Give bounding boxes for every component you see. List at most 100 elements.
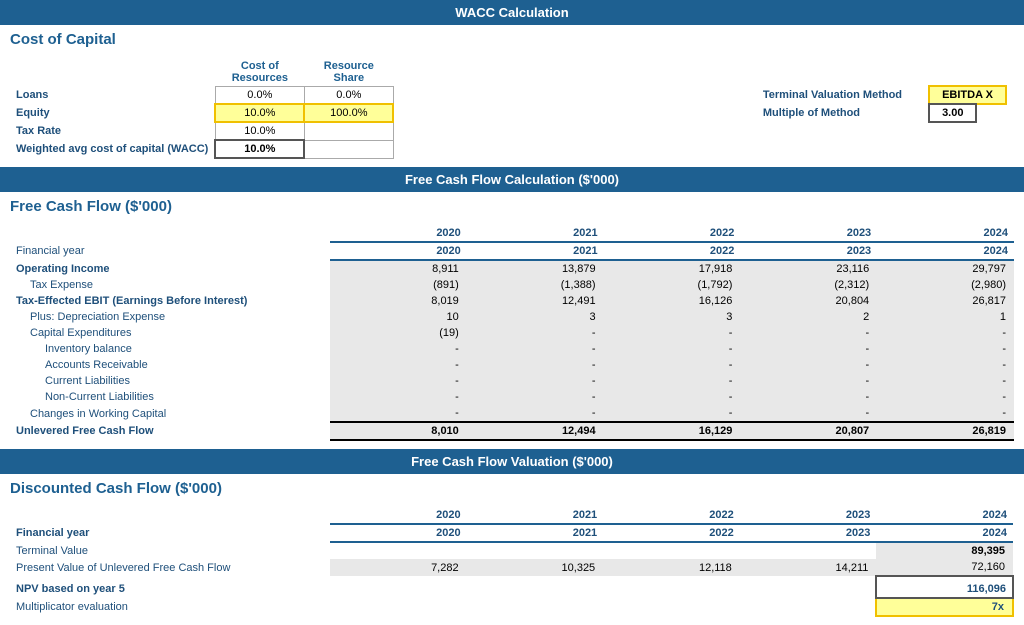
dcf-year-header: 2024: [876, 507, 1013, 524]
fcf-data-cell: 12,491: [467, 293, 604, 309]
fcf-table-row: Financial year20202021202220232024: [10, 242, 1014, 260]
mult-empty-cell: [467, 598, 604, 616]
terminal-method-label: Terminal Valuation Method: [757, 87, 908, 105]
fcf-row-label: Changes in Working Capital: [10, 405, 330, 422]
mult-label: Multiplicator evaluation: [10, 598, 330, 616]
mult-empty-cell: [740, 598, 877, 616]
fcf-row-label: Inventory balance: [10, 341, 330, 357]
fcf-data-cell: -: [877, 341, 1014, 357]
fcf-row-label: Financial year: [10, 242, 330, 260]
fcf-calc-header: Free Cash Flow Calculation ($'000): [0, 167, 1024, 192]
fcf-data-cell: 12,494: [467, 422, 604, 440]
fcf-data-cell: -: [467, 325, 604, 341]
npv-empty-cell: [603, 576, 740, 598]
fcf-data-cell: 20,804: [740, 293, 877, 309]
fcf-year-cell: 2020: [330, 242, 467, 260]
fcf-data-cell: -: [604, 405, 741, 422]
fcf-year-cell: 2022: [604, 242, 741, 260]
wacc-share-cell: 100.0%: [304, 104, 393, 122]
dcf-data-cell: [740, 542, 877, 559]
fcf-data-cell: -: [740, 325, 877, 341]
dcf-table-row: Financial year20202021202220232024: [10, 524, 1013, 542]
fcf-data-cell: -: [604, 373, 741, 389]
fcf-data-cell: -: [330, 373, 467, 389]
wacc-share-cell: [304, 140, 393, 158]
dcf-data-cell: 14,211: [740, 559, 877, 576]
fcf-table-row: Capital Expenditures(19)----: [10, 325, 1014, 341]
multiple-label: Multiple of Method: [757, 104, 908, 122]
fcf-data-cell: -: [877, 405, 1014, 422]
dcf-data-cell: [603, 542, 740, 559]
fcf-row-label: Unlevered Free Cash Flow: [10, 422, 330, 440]
npv-value-cell: 116,096: [876, 576, 1013, 598]
wacc-cost-cell: 10.0%: [215, 104, 304, 122]
fcf-data-cell: 8,010: [330, 422, 467, 440]
dcf-year-cell: 2022: [603, 524, 740, 542]
fcf-table-row: Current Liabilities-----: [10, 373, 1014, 389]
fcf-data-cell: 16,129: [604, 422, 741, 440]
fcf-year-header: 2023: [740, 225, 877, 242]
fcf-data-cell: -: [877, 357, 1014, 373]
fcf-table-row: Changes in Working Capital-----: [10, 405, 1014, 422]
npv-row: NPV based on year 5 116,096: [10, 576, 1013, 598]
fcf-data-cell: -: [330, 341, 467, 357]
dcf-row-label: Financial year: [10, 524, 330, 542]
fcf-data-cell: 2: [740, 309, 877, 325]
dcf-section: 20202021202220232024 Financial year20202…: [0, 499, 1024, 625]
fcf-data-cell: -: [604, 341, 741, 357]
fcf-data-cell: (2,312): [740, 277, 877, 293]
npv-label: NPV based on year 5: [10, 576, 330, 598]
fcf-table-row: Tax Expense(891)(1,388)(1,792)(2,312)(2,…: [10, 277, 1014, 293]
dcf-data-cell: [467, 542, 604, 559]
fcf-row-label: Current Liabilities: [10, 373, 330, 389]
fcf-data-cell: -: [330, 389, 467, 405]
fcf-data-cell: 26,817: [877, 293, 1014, 309]
fcf-table-row: Operating Income8,91113,87917,91823,1162…: [10, 260, 1014, 277]
npv-empty-cell: [740, 576, 877, 598]
fcf-year-header: 2021: [467, 225, 604, 242]
fcf-data-cell: 1: [877, 309, 1014, 325]
dcf-table: 20202021202220232024 Financial year20202…: [10, 507, 1014, 617]
wacc-cost-cell: 10.0%: [215, 122, 304, 140]
mult-row: Multiplicator evaluation7x: [10, 598, 1013, 616]
fcf-year-cell: 2021: [467, 242, 604, 260]
fcf-data-cell: -: [877, 325, 1014, 341]
fcf-data-cell: (2,980): [877, 277, 1014, 293]
fcf-table-row: Inventory balance-----: [10, 341, 1014, 357]
fcf-data-cell: 26,819: [877, 422, 1014, 440]
fcf-section: 20202021202220232024 Financial year20202…: [0, 217, 1024, 449]
dcf-table-row: Present Value of Unlevered Free Cash Flo…: [10, 559, 1013, 576]
dcf-year-header: 2020: [330, 507, 467, 524]
wacc-share-cell: [304, 122, 393, 140]
wacc-table: Cost ofResources ResourceShare Loans 0.0…: [10, 58, 1014, 159]
fcf-table-row: Accounts Receivable-----: [10, 357, 1014, 373]
fcf-data-cell: -: [604, 325, 741, 341]
wacc-share-cell: 0.0%: [304, 87, 393, 105]
wacc-cost-cell: 0.0%: [215, 87, 304, 105]
fcf-data-cell: -: [604, 357, 741, 373]
fcf-data-cell: -: [467, 341, 604, 357]
fcf-data-cell: -: [740, 373, 877, 389]
fcf-table-row: Tax-Effected EBIT (Earnings Before Inter…: [10, 293, 1014, 309]
fcf-data-cell: 23,116: [740, 260, 877, 277]
fcf-data-cell: 10: [330, 309, 467, 325]
npv-empty-cell: [467, 576, 604, 598]
wacc-section: Cost ofResources ResourceShare Loans 0.0…: [0, 50, 1024, 167]
fcf-data-cell: (1,388): [467, 277, 604, 293]
col-resource-share: ResourceShare: [304, 58, 393, 87]
fcf-data-cell: 8,911: [330, 260, 467, 277]
dcf-year-header: 2023: [740, 507, 877, 524]
fcf-year-cell: 2023: [740, 242, 877, 260]
fcf-data-cell: 16,126: [604, 293, 741, 309]
fcf-data-cell: -: [740, 357, 877, 373]
fcf-data-cell: -: [467, 405, 604, 422]
fcf-data-cell: (891): [330, 277, 467, 293]
fcf-data-cell: 29,797: [877, 260, 1014, 277]
fcf-data-cell: -: [877, 389, 1014, 405]
npv-empty-cell: [330, 576, 467, 598]
wacc-cost-cell: 10.0%: [215, 140, 304, 158]
fcf-title: Free Cash Flow ($'000): [0, 192, 1024, 217]
dcf-title: Discounted Cash Flow ($'000): [0, 474, 1024, 499]
wacc-row-label: Tax Rate: [10, 122, 215, 140]
fcf-data-cell: 3: [604, 309, 741, 325]
